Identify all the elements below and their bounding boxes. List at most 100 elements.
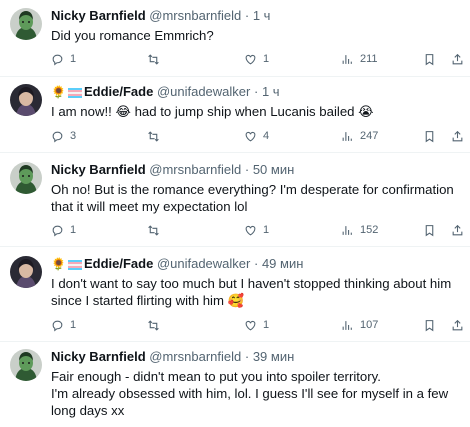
- retweet-icon: [148, 319, 159, 331]
- share-button[interactable]: [451, 222, 464, 238]
- display-name[interactable]: Nicky Barnfield: [51, 349, 146, 364]
- tweet-actions: 3 4 247: [51, 128, 470, 144]
- tweet[interactable]: Nicky Barnfield @mrsnbarnfield · 50 мин …: [0, 162, 470, 246]
- separator: ·: [253, 84, 259, 99]
- reply-button[interactable]: 1: [51, 317, 76, 333]
- user-handle[interactable]: @mrsnbarnfield: [149, 8, 241, 23]
- bookmark-button[interactable]: [423, 128, 436, 144]
- tweet-text: Oh no! But is the romance everything? I'…: [51, 182, 454, 214]
- tweet-divider: [0, 152, 470, 153]
- avatar-image: [10, 349, 42, 381]
- like-count: 1: [263, 53, 270, 65]
- avatar[interactable]: [10, 84, 42, 116]
- share-icon: [452, 224, 463, 235]
- heart-icon: [245, 54, 256, 64]
- tweet-actions: 1 1 152: [51, 222, 470, 238]
- tweet-header: 🌻 Eddie/Fade @unifadewalker · 49 мин: [51, 256, 462, 272]
- tweet[interactable]: 🌻 Eddie/Fade @unifadewalker · 1 ч I am no…: [0, 84, 470, 152]
- avatar-image: [10, 162, 42, 194]
- timestamp[interactable]: 1 ч: [262, 84, 280, 99]
- view-count: 211: [360, 53, 378, 65]
- avatar[interactable]: [10, 256, 42, 288]
- avatar[interactable]: [10, 162, 42, 194]
- views-button[interactable]: 107: [341, 317, 378, 333]
- views-icon: [342, 320, 352, 330]
- display-name[interactable]: Eddie/Fade: [84, 256, 153, 271]
- retweet-button[interactable]: [147, 128, 166, 144]
- tweet-header: 🌻 Eddie/Fade @unifadewalker · 1 ч: [51, 84, 462, 100]
- user-handle[interactable]: @mrsnbarnfield: [149, 162, 241, 177]
- user-handle[interactable]: @unifadewalker: [157, 256, 250, 271]
- tweet-text: Did you romance Emmrich?: [51, 28, 214, 43]
- separator: ·: [253, 256, 259, 271]
- retweet-button[interactable]: [147, 51, 166, 67]
- tweet[interactable]: Nicky Barnfield @mrsnbarnfield · 39 мин …: [0, 349, 470, 427]
- share-button[interactable]: [451, 317, 464, 333]
- retweet-icon: [148, 130, 159, 142]
- name-prefix: 🌻: [51, 84, 84, 99]
- heart-icon: [245, 320, 256, 330]
- tweet-divider: [0, 341, 470, 342]
- display-name[interactable]: Nicky Barnfield: [51, 162, 146, 177]
- bookmark-button[interactable]: [423, 222, 436, 238]
- views-button[interactable]: 211: [341, 51, 378, 67]
- avatar-image: [10, 8, 42, 40]
- avatar[interactable]: [10, 349, 42, 381]
- transgender-flag-icon: [67, 88, 82, 98]
- bookmark-button[interactable]: [423, 317, 436, 333]
- bookmark-icon: [425, 130, 434, 142]
- view-count: 107: [360, 319, 379, 331]
- display-name[interactable]: Eddie/Fade: [84, 84, 153, 99]
- views-button[interactable]: 152: [341, 222, 378, 238]
- reply-icon: [52, 225, 63, 236]
- separator: ·: [244, 8, 250, 23]
- like-button[interactable]: 1: [244, 222, 269, 238]
- sunflower-icon: 🌻: [51, 85, 66, 99]
- tweet-divider: [0, 246, 470, 247]
- user-handle[interactable]: @mrsnbarnfield: [149, 349, 241, 364]
- display-name[interactable]: Nicky Barnfield: [51, 8, 146, 23]
- share-button[interactable]: [451, 128, 464, 144]
- retweet-button[interactable]: [147, 222, 166, 238]
- share-button[interactable]: [451, 51, 464, 67]
- tweet-content: Nicky Barnfield @mrsnbarnfield · 50 мин …: [51, 162, 462, 215]
- tweet-text: I am now!! 😂 had to jump ship when Lucan…: [51, 104, 374, 119]
- tweet-content: 🌻 Eddie/Fade @unifadewalker · 1 ч I am no…: [51, 84, 462, 120]
- retweet-button[interactable]: [147, 317, 166, 333]
- timestamp[interactable]: 39 мин: [253, 349, 294, 364]
- avatar[interactable]: [10, 8, 42, 40]
- view-count: 247: [360, 130, 379, 142]
- reply-button[interactable]: 1: [51, 222, 76, 238]
- views-icon: [342, 131, 352, 141]
- like-button[interactable]: 1: [244, 317, 269, 333]
- timestamp[interactable]: 50 мин: [253, 162, 294, 177]
- bookmark-button[interactable]: [423, 51, 436, 67]
- views-icon: [342, 54, 352, 64]
- tweet-content: Nicky Barnfield @mrsnbarnfield · 1 ч Did…: [51, 8, 462, 44]
- like-count: 1: [263, 319, 270, 331]
- transgender-flag-icon: [67, 260, 82, 270]
- timestamp[interactable]: 49 мин: [262, 256, 303, 271]
- tweet-actions: 1 1 107: [51, 317, 470, 333]
- tweet-header: Nicky Barnfield @mrsnbarnfield · 1 ч: [51, 8, 462, 24]
- views-button[interactable]: 247: [341, 128, 378, 144]
- separator: ·: [244, 349, 250, 364]
- tweet-content: 🌻 Eddie/Fade @unifadewalker · 49 мин I do…: [51, 256, 462, 309]
- like-button[interactable]: 4: [244, 128, 269, 144]
- reply-count: 3: [70, 130, 77, 142]
- views-icon: [342, 225, 352, 235]
- reply-button[interactable]: 3: [51, 128, 76, 144]
- user-handle[interactable]: @unifadewalker: [157, 84, 250, 99]
- tweet-header: Nicky Barnfield @mrsnbarnfield · 39 мин: [51, 349, 462, 365]
- tweet[interactable]: 🌻 Eddie/Fade @unifadewalker · 49 мин I do…: [0, 256, 470, 341]
- heart-icon: [245, 131, 256, 141]
- tweet-actions: 1 1 211: [51, 51, 470, 67]
- like-button[interactable]: 1: [244, 51, 269, 67]
- sunflower-icon: 🌻: [51, 257, 66, 271]
- reply-button[interactable]: 1: [51, 51, 76, 67]
- tweet[interactable]: Nicky Barnfield @mrsnbarnfield · 1 ч Did…: [0, 4, 470, 76]
- timestamp[interactable]: 1 ч: [253, 8, 271, 23]
- conversation-thread: Nicky Barnfield @mrsnbarnfield · 1 ч Did…: [0, 0, 470, 427]
- share-icon: [452, 53, 463, 64]
- avatar-image: [10, 256, 42, 288]
